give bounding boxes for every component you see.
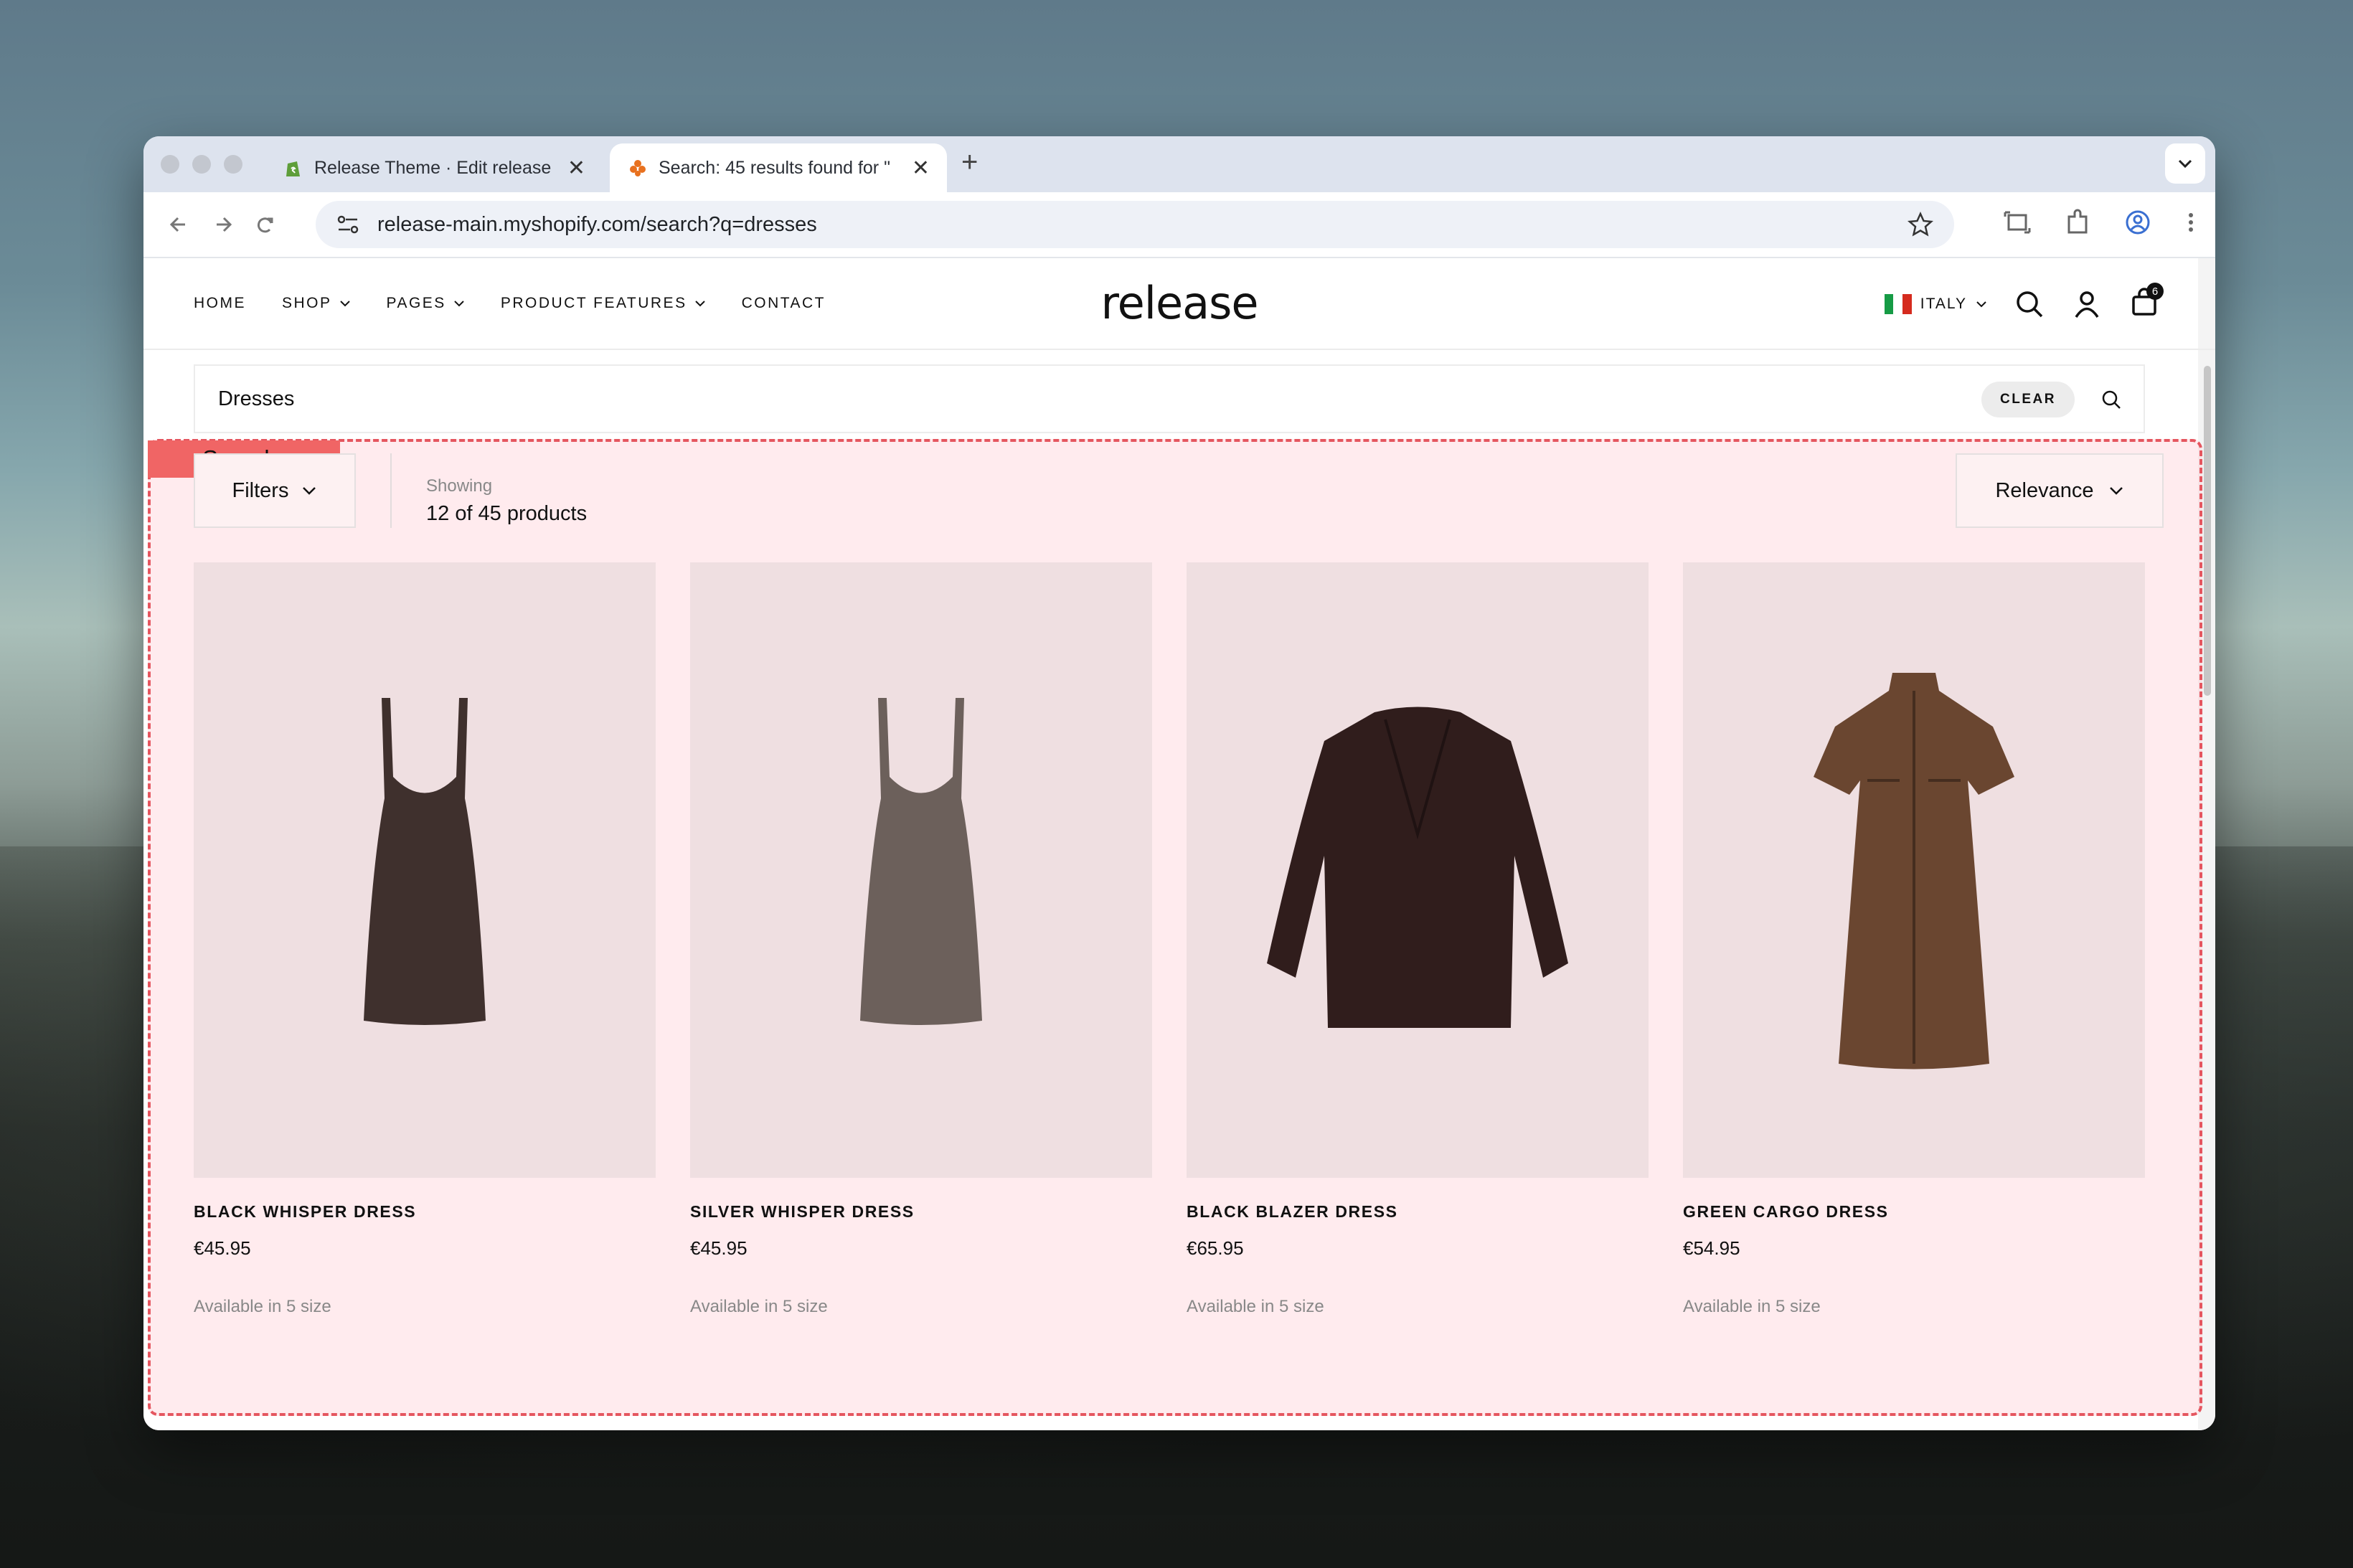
tab-title: Release Theme · Edit release <box>314 157 552 178</box>
product-name[interactable]: SILVER WHISPER DRESS <box>690 1202 1152 1222</box>
tab-strip: Release Theme · Edit release ✕ Search: 4… <box>143 136 2215 192</box>
sort-dropdown[interactable]: Relevance <box>1956 453 2164 528</box>
nav-label: HOME <box>194 295 246 311</box>
bookmark-star-icon[interactable] <box>1907 211 1934 238</box>
nav-label: PRODUCT FEATURES <box>500 295 687 311</box>
cart-button[interactable]: 6 <box>2129 283 2164 321</box>
web-page: HOME SHOP PAGES PRODUCT FEATURES CONTACT… <box>143 258 2215 1430</box>
browser-toolbar: release-main.myshopify.com/search?q=dres… <box>143 192 2215 258</box>
browser-window: Release Theme · Edit release ✕ Search: 4… <box>143 136 2215 1430</box>
back-icon[interactable] <box>158 210 201 239</box>
dress-icon <box>364 698 486 1025</box>
product-image[interactable] <box>194 562 656 1178</box>
close-tab-icon[interactable]: ✕ <box>567 156 585 181</box>
sort-label: Relevance <box>1995 478 2094 502</box>
product-card[interactable]: GREEN CARGO DRESS €54.95 Available in 5 … <box>1683 562 2145 1317</box>
release-favicon-icon <box>630 160 646 176</box>
product-price: €54.95 <box>1683 1237 1740 1259</box>
showing-label: Showing <box>426 476 493 496</box>
product-availability: Available in 5 size <box>1187 1297 1324 1316</box>
product-name[interactable]: GREEN CARGO DRESS <box>1683 1202 2145 1222</box>
search-input[interactable]: Dresses CLEAR <box>194 364 2145 433</box>
country-label: ITALY <box>1920 295 1967 312</box>
nav-item-product-features[interactable]: PRODUCT FEATURES <box>501 295 706 312</box>
product-price: €65.95 <box>1187 1237 1244 1259</box>
header-actions: ITALY 6 <box>1884 283 2164 321</box>
site-settings-icon[interactable] <box>336 214 360 235</box>
reload-icon[interactable] <box>244 210 287 239</box>
nav-item-contact[interactable]: CONTACT <box>742 295 826 312</box>
dress-icon <box>860 698 982 1025</box>
toolbar-icons <box>2003 208 2198 237</box>
chevron-down-icon <box>454 301 464 307</box>
site-header: HOME SHOP PAGES PRODUCT FEATURES CONTACT… <box>143 258 2215 350</box>
nav-item-home[interactable]: HOME <box>194 295 246 312</box>
nav-label: CONTACT <box>741 295 826 311</box>
main-nav: HOME SHOP PAGES PRODUCT FEATURES CONTACT <box>194 295 826 312</box>
screenshot-icon[interactable] <box>2003 208 2032 237</box>
scrollbar-thumb[interactable] <box>2204 366 2211 696</box>
product-availability: Available in 5 size <box>194 1297 331 1316</box>
window-controls <box>161 155 242 174</box>
maximize-window-button[interactable] <box>224 155 242 174</box>
search-icon[interactable] <box>2014 289 2045 319</box>
chevron-down-icon <box>339 301 350 307</box>
filters-label: Filters <box>232 478 289 502</box>
extensions-icon[interactable] <box>2063 208 2092 237</box>
results-count: Showing 12 of 45 products <box>426 476 587 526</box>
showing-value: 12 of 45 products <box>426 502 588 525</box>
address-bar[interactable]: release-main.myshopify.com/search?q=dres… <box>316 201 1954 248</box>
product-card[interactable]: BLACK BLAZER DRESS €65.95 Available in 5… <box>1187 562 1649 1317</box>
tab-search-menu-button[interactable] <box>2165 143 2205 184</box>
blazer-icon <box>1267 707 1568 1028</box>
search-icon[interactable] <box>2100 389 2122 410</box>
close-window-button[interactable] <box>161 155 179 174</box>
chevron-down-icon <box>303 487 316 495</box>
product-image[interactable] <box>1683 562 2145 1178</box>
italy-flag-icon <box>1884 293 1912 314</box>
product-name[interactable]: BLACK BLAZER DRESS <box>1187 1202 1649 1222</box>
more-menu-icon[interactable] <box>2184 208 2198 237</box>
product-price: €45.95 <box>690 1237 748 1259</box>
product-availability: Available in 5 size <box>1683 1297 1821 1316</box>
search-query-text: Dresses <box>218 387 295 410</box>
tab-title: Search: 45 results found for " <box>659 157 890 178</box>
chevron-down-icon <box>1976 301 1986 307</box>
chevron-down-icon <box>2178 159 2192 169</box>
nav-label: SHOP <box>282 295 332 311</box>
product-image[interactable] <box>1187 562 1649 1178</box>
toolbar-divider <box>390 453 392 528</box>
site-logo[interactable]: release <box>1100 277 1258 329</box>
product-availability: Available in 5 size <box>690 1297 828 1316</box>
shirt-dress-icon <box>1814 673 2014 1069</box>
filters-button[interactable]: Filters <box>194 453 356 528</box>
chevron-down-icon <box>694 301 705 307</box>
nav-item-shop[interactable]: SHOP <box>282 295 351 312</box>
shopify-icon <box>286 161 300 176</box>
nav-item-pages[interactable]: PAGES <box>387 295 465 312</box>
close-tab-icon[interactable]: ✕ <box>912 156 930 181</box>
country-selector[interactable]: ITALY <box>1884 293 1987 314</box>
new-tab-button[interactable]: + <box>961 146 978 179</box>
chevron-down-icon <box>2109 487 2123 495</box>
product-grid: BLACK WHISPER DRESS €45.95 Available in … <box>194 562 2145 1317</box>
product-name[interactable]: BLACK WHISPER DRESS <box>194 1202 656 1222</box>
product-price: €45.95 <box>194 1237 251 1259</box>
url-text: release-main.myshopify.com/search?q=dres… <box>377 212 817 236</box>
cart-count-badge: 6 <box>2146 283 2164 300</box>
product-card[interactable]: BLACK WHISPER DRESS €45.95 Available in … <box>194 562 656 1317</box>
minimize-window-button[interactable] <box>192 155 211 174</box>
forward-icon[interactable] <box>201 210 244 239</box>
product-image[interactable] <box>690 562 1152 1178</box>
tab-search-results[interactable]: Search: 45 results found for " ✕ <box>610 143 947 192</box>
profile-icon[interactable] <box>2123 208 2152 237</box>
product-card[interactable]: SILVER WHISPER DRESS €45.95 Available in… <box>690 562 1152 1317</box>
clear-button[interactable]: CLEAR <box>1981 382 2075 417</box>
account-icon[interactable] <box>2072 289 2102 319</box>
nav-label: PAGES <box>386 295 446 311</box>
tab-release-theme[interactable]: Release Theme · Edit release ✕ <box>265 143 603 192</box>
